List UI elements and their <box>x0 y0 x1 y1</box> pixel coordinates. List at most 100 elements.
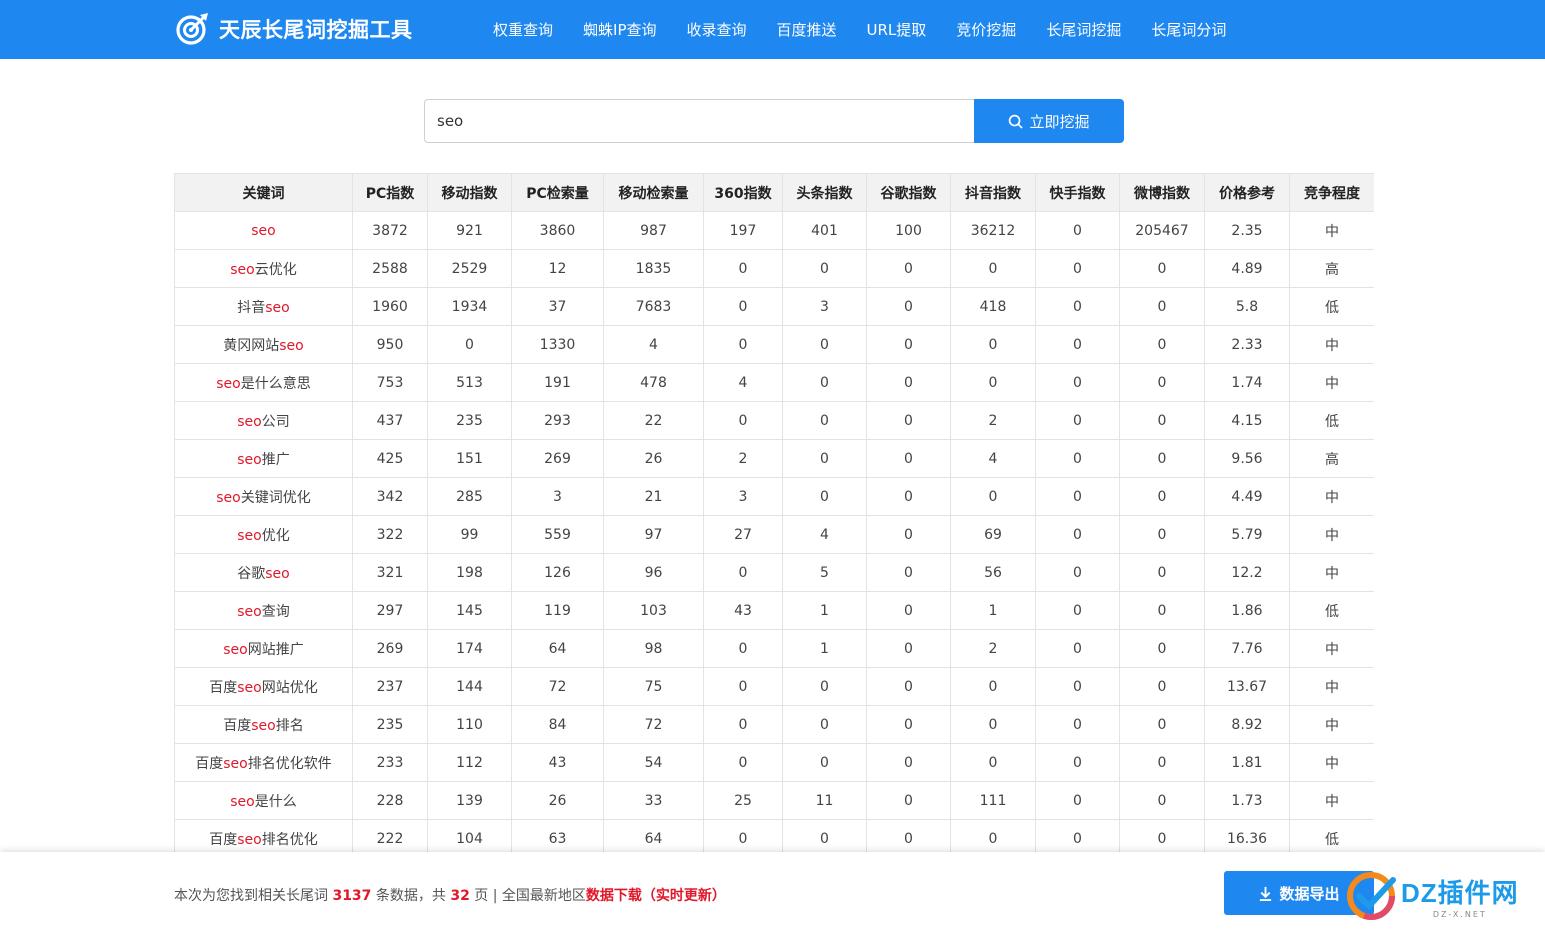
table-cell: 2588 <box>352 249 428 288</box>
table-cell: 0 <box>1035 287 1120 326</box>
keyword-highlight: seo <box>265 299 290 316</box>
table-row[interactable]: seo查询 297 145 119 103 43 1 0 1 0 0 1.86 低 <box>174 591 1374 630</box>
table-cell: 33 <box>603 781 704 820</box>
table-cell: 99 <box>427 515 512 554</box>
results-table-container[interactable]: 关键词 PC指数 移动指数 PC检索量 移动检索量 360指数 头条指数 谷歌指数 抖音指数 快手… <box>174 173 1374 852</box>
table-row[interactable]: seo推广 425 151 269 26 2 0 0 4 0 0 9.56 高 <box>174 439 1374 478</box>
table-cell: 0 <box>866 515 951 554</box>
table-cell: 0 <box>866 629 951 668</box>
nav-item-longtail-segment[interactable]: 长尾词分词 <box>1136 19 1241 40</box>
table-row[interactable]: 黄冈网站seo 950 0 1330 4 0 0 0 0 0 0 2.33 中 <box>174 325 1374 364</box>
keyword-cell[interactable]: 百度seo排名优化软件 <box>174 743 353 782</box>
column-header: 价格参考 <box>1204 173 1290 212</box>
table-row[interactable]: seo公司 437 235 293 22 0 0 0 2 0 0 4.15 低 <box>174 401 1374 440</box>
table-row[interactable]: 百度seo网站优化 237 144 72 75 0 0 0 0 0 0 13.67 中 <box>174 667 1374 706</box>
footer-bar: 本次为您找到相关长尾词 3137 条数据，共 32 页 | 全国最新地区数据下载… <box>0 852 1545 937</box>
column-header: 竞争程度 <box>1289 173 1374 212</box>
keyword-part: 网站推广 <box>247 641 304 658</box>
logo[interactable]: 天辰长尾词挖掘工具 <box>175 10 413 48</box>
keyword-cell[interactable]: seo查询 <box>174 591 353 630</box>
table-row[interactable]: seo是什么 228 139 26 33 25 11 0 111 0 0 1.73 中 <box>174 781 1374 820</box>
table-row[interactable]: 百度seo排名优化 222 104 63 64 0 0 0 0 0 0 16.36 低 <box>174 819 1374 852</box>
keyword-cell[interactable]: 抖音seo <box>174 287 353 326</box>
table-cell: 1.86 <box>1204 591 1290 630</box>
table-cell: 0 <box>782 743 867 782</box>
table-cell: 0 <box>1119 249 1205 288</box>
table-cell: 4 <box>603 325 704 364</box>
keyword-highlight: seo <box>216 375 241 392</box>
table-cell: 950 <box>352 325 428 364</box>
table-row[interactable]: seo优化 322 99 559 97 27 4 0 69 0 0 5.79 中 <box>174 515 1374 554</box>
table-cell: 0 <box>866 363 951 402</box>
table-row[interactable]: 百度seo排名优化软件 233 112 43 54 0 0 0 0 0 0 1.81 中 <box>174 743 1374 782</box>
keyword-cell[interactable]: 谷歌seo <box>174 553 353 592</box>
table-header-row: 关键词 PC指数 移动指数 PC检索量 移动检索量 360指数 头条指数 谷歌指数 抖音指数 快手… <box>174 173 1374 212</box>
table-row[interactable]: seo网站推广 269 174 64 98 0 1 0 2 0 0 7.76 中 <box>174 629 1374 668</box>
table-cell: 27 <box>703 515 783 554</box>
table-row[interactable]: 谷歌seo 321 198 126 96 0 5 0 56 0 0 12.2 中 <box>174 553 1374 592</box>
table-cell: 174 <box>427 629 512 668</box>
table-cell: 921 <box>427 211 512 250</box>
keyword-cell[interactable]: seo网站推广 <box>174 629 353 668</box>
table-cell: 26 <box>511 781 604 820</box>
table-cell: 0 <box>1035 781 1120 820</box>
keyword-highlight: seo <box>216 489 241 506</box>
table-cell: 100 <box>866 211 951 250</box>
keyword-part: 百度 <box>195 755 224 772</box>
table-cell: 0 <box>1035 515 1120 554</box>
table-cell: 84 <box>511 705 604 744</box>
table-cell: 0 <box>866 401 951 440</box>
table-cell: 0 <box>950 819 1036 852</box>
table-cell: 0 <box>866 705 951 744</box>
keyword-part: 是什么 <box>254 793 297 810</box>
table-row[interactable]: 百度seo排名 235 110 84 72 0 0 0 0 0 0 8.92 中 <box>174 705 1374 744</box>
nav-item-bidding-mining[interactable]: 竞价挖掘 <box>941 19 1031 40</box>
keyword-cell[interactable]: seo是什么意思 <box>174 363 353 402</box>
keyword-part: 抖音 <box>237 299 266 316</box>
nav-item-url-extract[interactable]: URL提取 <box>852 19 942 40</box>
table-cell: 297 <box>352 591 428 630</box>
table-cell: 4 <box>950 439 1036 478</box>
keyword-highlight: seo <box>265 565 290 582</box>
table-cell: 0 <box>782 477 867 516</box>
keyword-cell[interactable]: seo是什么 <box>174 781 353 820</box>
table-row[interactable]: 抖音seo 1960 1934 37 7683 0 3 0 418 0 0 5.8 低 <box>174 287 1374 326</box>
nav-item-spider-ip-query[interactable]: 蜘蛛IP查询 <box>568 19 671 40</box>
table-cell: 5.8 <box>1204 287 1290 326</box>
column-header: PC指数 <box>352 173 428 212</box>
nav-item-index-query[interactable]: 收录查询 <box>672 19 762 40</box>
keyword-cell[interactable]: seo优化 <box>174 515 353 554</box>
table-cell: 1.81 <box>1204 743 1290 782</box>
keyword-cell[interactable]: 百度seo网站优化 <box>174 667 353 706</box>
target-logo-icon <box>176 13 208 45</box>
table-cell: 26 <box>603 439 704 478</box>
table-cell: 8.92 <box>1204 705 1290 744</box>
table-cell: 321 <box>352 553 428 592</box>
nav-item-baidu-push[interactable]: 百度推送 <box>762 19 852 40</box>
keyword-highlight: seo <box>237 603 262 620</box>
nav-item-longtail-mining[interactable]: 长尾词挖掘 <box>1031 19 1136 40</box>
keyword-cell[interactable]: seo关键词优化 <box>174 477 353 516</box>
table-row[interactable]: seo 3872 921 3860 987 197 401 100 36212 0 205467 2.… <box>174 211 1374 250</box>
table-cell: 191 <box>511 363 604 402</box>
table-cell: 4 <box>703 363 783 402</box>
mine-button[interactable]: 立即挖掘 <box>974 99 1124 143</box>
nav-item-weight-query[interactable]: 权重查询 <box>478 19 568 40</box>
table-row[interactable]: seo云优化 2588 2529 12 1835 0 0 0 0 0 0 4.89 高 <box>174 249 1374 288</box>
keyword-search-input[interactable] <box>424 99 974 143</box>
table-row[interactable]: seo关键词优化 342 285 3 21 3 0 0 0 0 0 4.49 中 <box>174 477 1374 516</box>
table-cell: 0 <box>782 667 867 706</box>
data-download-link[interactable]: 数据下载（实时更新） <box>586 888 726 904</box>
keyword-cell[interactable]: 百度seo排名 <box>174 705 353 744</box>
keyword-cell[interactable]: 百度seo排名优化 <box>174 819 353 852</box>
keyword-cell[interactable]: seo公司 <box>174 401 353 440</box>
table-cell: 1.73 <box>1204 781 1290 820</box>
keyword-part: 黄冈网站 <box>223 337 280 354</box>
table-row[interactable]: seo是什么意思 753 513 191 478 4 0 0 0 0 0 1.74 中 <box>174 363 1374 402</box>
table-cell: 222 <box>352 819 428 852</box>
column-header: 360指数 <box>703 173 783 212</box>
keyword-cell[interactable]: seo <box>174 211 353 250</box>
keyword-cell[interactable]: seo推广 <box>174 439 353 478</box>
keyword-cell[interactable]: seo云优化 <box>174 249 353 288</box>
keyword-cell[interactable]: 黄冈网站seo <box>174 325 353 364</box>
